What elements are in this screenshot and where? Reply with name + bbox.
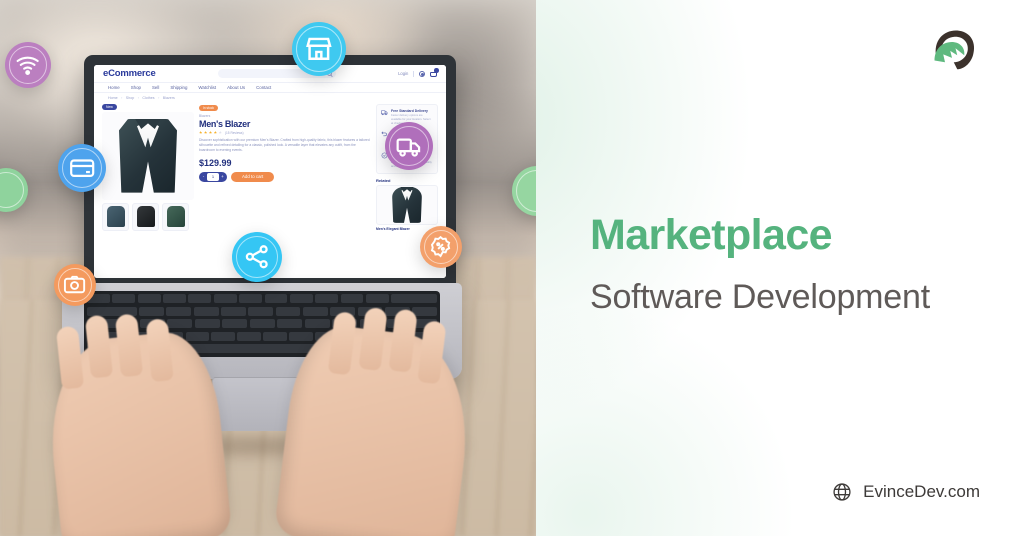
site-header: eCommerce Login [94,65,446,82]
product-rating: (15 Reviews) [199,131,371,135]
star-icon [208,130,213,134]
website-url: EvinceDev.com [863,482,980,501]
product-title: Men's Blazer [199,118,251,129]
star-icon [218,130,222,134]
nav-item-about-us[interactable]: About Us [227,85,245,90]
product-info: In stock Blazers Men's Blazer (15 Review… [199,104,371,231]
add-to-cart-button[interactable]: Add to cart [231,171,275,183]
wifi-icon [5,42,51,88]
thumb-swatch [106,206,125,228]
purchase-row: - 1 + Add to cart [199,171,371,183]
thumbnail[interactable] [102,202,129,231]
cart-icon[interactable] [430,68,439,77]
breadcrumb-item[interactable]: Clothes [142,96,154,100]
breadcrumb-separator: › [158,96,160,100]
star-icon [203,130,208,134]
hero-photo: eCommerce Login Home Shop Sell Shipping … [0,0,536,536]
star-icon [213,130,217,134]
content-panel: Marketplace Software Development EvinceD… [536,0,1024,536]
product-category: Blazers [199,113,211,118]
breadcrumb-separator: › [137,96,139,100]
site-logo[interactable]: eCommerce [103,68,156,79]
product-description: Discover sophistication with our premium… [199,137,370,152]
camera-icon [54,264,96,306]
status-badge: In stock [199,105,218,111]
evincedev-helmet-logo[interactable] [924,22,980,78]
poster-canvas: eCommerce Login Home Shop Sell Shipping … [0,0,1024,536]
truck-icon [381,110,388,116]
page-subtitle: Software Development [590,278,930,316]
cart-count-badge [434,68,439,73]
thumb-swatch [136,206,155,228]
product-gallery: New [102,104,194,231]
credit-card-icon [58,144,106,192]
nav-item-shipping[interactable]: Shipping [170,85,187,90]
blazer-illustration [119,118,177,193]
related-heading: Related [376,177,391,183]
thumb-swatch [166,206,185,228]
product-price: $129.99 [199,157,232,168]
delivery-truck-icon [385,122,433,170]
store-icon [292,22,346,76]
page-title: Marketplace [590,211,833,259]
nav-item-sell[interactable]: Sell [152,85,159,90]
header-actions: Login [398,68,439,77]
nav-item-shop[interactable]: Shop [131,85,141,90]
related-product-image[interactable] [376,184,438,225]
keyboard-row [87,294,438,304]
quantity-decrease[interactable]: - [200,172,207,182]
star-icon [199,130,203,134]
product-thumbnails [102,202,194,231]
site-nav: Home Shop Sell Shipping Watchlist About … [94,82,446,93]
divider [413,70,414,77]
new-tag: New [102,104,117,110]
thumbnail[interactable] [132,202,159,231]
breadcrumb: Home › Shop › Clothes › Blazers [94,93,446,102]
gallery-tags: New [102,104,194,110]
thumbnail[interactable] [162,202,189,231]
breadcrumb-item[interactable]: Home [108,96,118,100]
quantity-stepper[interactable]: - 1 + [199,171,227,182]
nav-item-contact[interactable]: Contact [256,85,271,90]
nav-item-home[interactable]: Home [108,85,120,90]
share-icon [232,232,282,282]
breadcrumb-item[interactable]: Blazers [163,96,175,100]
benefit-title: Free Standard Delivery [391,109,428,113]
account-icon[interactable] [419,70,425,77]
review-count: (15 Reviews) [224,130,244,135]
globe-icon [833,483,851,501]
website-link[interactable]: EvinceDev.com [832,482,980,502]
quantity-increase[interactable]: + [219,172,226,182]
cart-body [430,72,437,77]
quantity-value[interactable]: 1 [207,173,219,181]
nav-item-watchlist[interactable]: Watchlist [198,85,216,90]
login-link[interactable]: Login [398,71,408,76]
discount-percent-icon [420,226,462,268]
breadcrumb-separator: › [121,96,123,100]
product-main-image[interactable] [102,111,194,200]
related-blazer-illustration [392,186,422,223]
breadcrumb-item[interactable]: Shop [126,96,134,100]
product-page-body: New In stock Blazers Men's Blazer (15 Re… [94,102,446,231]
